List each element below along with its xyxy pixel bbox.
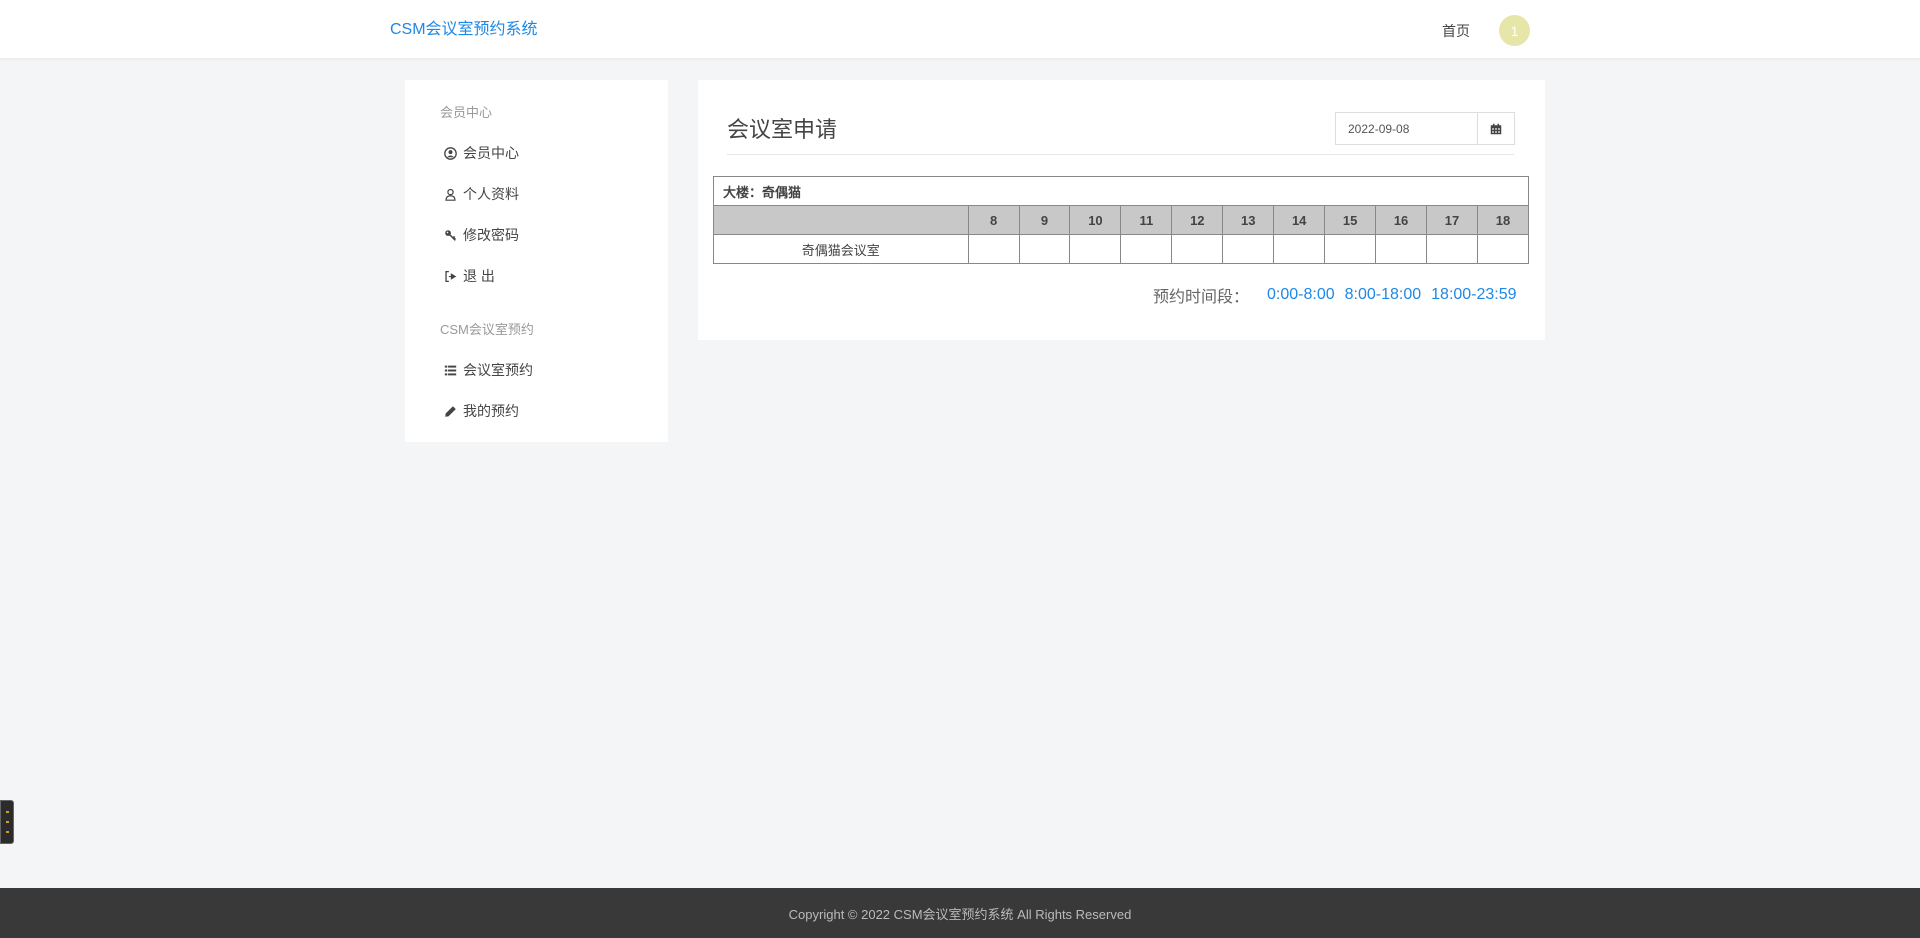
sidebar-item-my-bookings[interactable]: 我的预约 (444, 400, 634, 422)
date-picker (1335, 112, 1515, 145)
pencil-icon (445, 405, 456, 417)
building-row: 大楼：奇偶猫 (713, 176, 1529, 206)
hour-header: 16 (1375, 205, 1428, 235)
time-slot-cell[interactable] (967, 234, 1020, 264)
time-slot-cell[interactable] (1375, 234, 1428, 264)
sidebar-item-member-center[interactable]: 会员中心 (444, 142, 634, 164)
time-period-link[interactable]: 0:00-8:00 (1267, 286, 1335, 304)
sidebar-item-label: 修改密码 (463, 227, 519, 243)
header-blank-cell (713, 205, 969, 235)
hour-header: 8 (967, 205, 1020, 235)
sidebar-section-booking: CSM会议室预约 (440, 322, 534, 337)
top-navbar: CSM会议室预约系统 首页 1 (0, 0, 1920, 59)
handle-mark (6, 811, 9, 813)
page-title: 会议室申请 (727, 117, 838, 142)
handle-mark (6, 831, 9, 833)
time-slot-cell[interactable] (1324, 234, 1377, 264)
sidebar-item-change-password[interactable]: 修改密码 (444, 224, 634, 246)
time-slot-cell[interactable] (1018, 234, 1071, 264)
time-period-legend: 预约时间段： 0:00-8:00 8:00-18:00 18:00-23:59 (1153, 284, 1517, 306)
key-icon (445, 229, 456, 241)
user-icon (445, 188, 456, 201)
building-label: 大楼：奇偶猫 (713, 176, 1529, 206)
sidebar-item-label: 退 出 (463, 268, 495, 284)
sidebar-item-logout[interactable]: 退 出 (444, 265, 634, 287)
hour-header: 11 (1120, 205, 1173, 235)
sidebar-item-label: 我的预约 (463, 403, 519, 419)
footer: Copyright © 2022 CSM会议室预约系统 All Rights R… (0, 888, 1920, 938)
hour-header: 13 (1222, 205, 1275, 235)
hour-header: 9 (1018, 205, 1071, 235)
time-slot-cell[interactable] (1222, 234, 1275, 264)
hour-header: 14 (1273, 205, 1326, 235)
handle-mark (6, 821, 9, 823)
list-icon (444, 365, 457, 375)
sidebar: 会员中心 会员中心 个人资料 修改密码 退 出 CSM会议室预约 会议室预约 我… (405, 80, 668, 442)
legend-label: 预约时间段： (1153, 289, 1250, 306)
sidebar-section-member: 会员中心 (440, 105, 493, 120)
copyright-text: Copyright © 2022 CSM会议室预约系统 All Rights R… (788, 906, 1132, 922)
sign-out-icon (445, 270, 457, 282)
sidebar-item-label: 会议室预约 (463, 362, 533, 378)
user-avatar[interactable]: 1 (1499, 15, 1530, 46)
date-input[interactable] (1336, 113, 1477, 144)
sidebar-item-profile[interactable]: 个人资料 (444, 183, 634, 205)
user-circle-icon (444, 146, 457, 160)
room-name: 奇偶猫会议室 (713, 234, 969, 264)
hour-header: 18 (1476, 205, 1530, 235)
hour-header: 15 (1324, 205, 1377, 235)
sidebar-item-label: 会员中心 (463, 145, 519, 161)
side-toggle-handle[interactable] (0, 800, 14, 844)
hours-header-row: 8 9 10 11 12 13 14 15 16 17 18 (713, 205, 1530, 235)
hour-header: 17 (1426, 205, 1478, 235)
schedule-table: 大楼：奇偶猫 8 9 10 11 12 13 14 15 16 17 18 奇偶… (713, 176, 1530, 264)
calendar-button[interactable] (1477, 113, 1514, 144)
time-slot-cell[interactable] (1069, 234, 1122, 264)
time-slot-cell[interactable] (1273, 234, 1326, 264)
hour-header: 12 (1171, 205, 1224, 235)
sidebar-item-label: 个人资料 (463, 186, 519, 202)
time-period-link[interactable]: 8:00-18:00 (1345, 286, 1422, 304)
brand-link[interactable]: CSM会议室预约系统 (390, 15, 538, 39)
time-slot-cell[interactable] (1426, 234, 1478, 264)
time-slot-cell[interactable] (1171, 234, 1224, 264)
nav-home-link[interactable]: 首页 (1442, 21, 1470, 41)
booking-panel: 会议室申请 大楼：奇偶猫 8 9 10 11 (698, 80, 1545, 340)
time-slot-cell[interactable] (1476, 234, 1530, 264)
time-slot-cell[interactable] (1120, 234, 1173, 264)
sidebar-item-room-booking[interactable]: 会议室预约 (444, 359, 634, 381)
table-row: 奇偶猫会议室 (713, 234, 1530, 264)
calendar-icon (1490, 123, 1502, 134)
time-period-link[interactable]: 18:00-23:59 (1431, 286, 1516, 304)
title-divider (727, 154, 1514, 155)
hour-header: 10 (1069, 205, 1122, 235)
